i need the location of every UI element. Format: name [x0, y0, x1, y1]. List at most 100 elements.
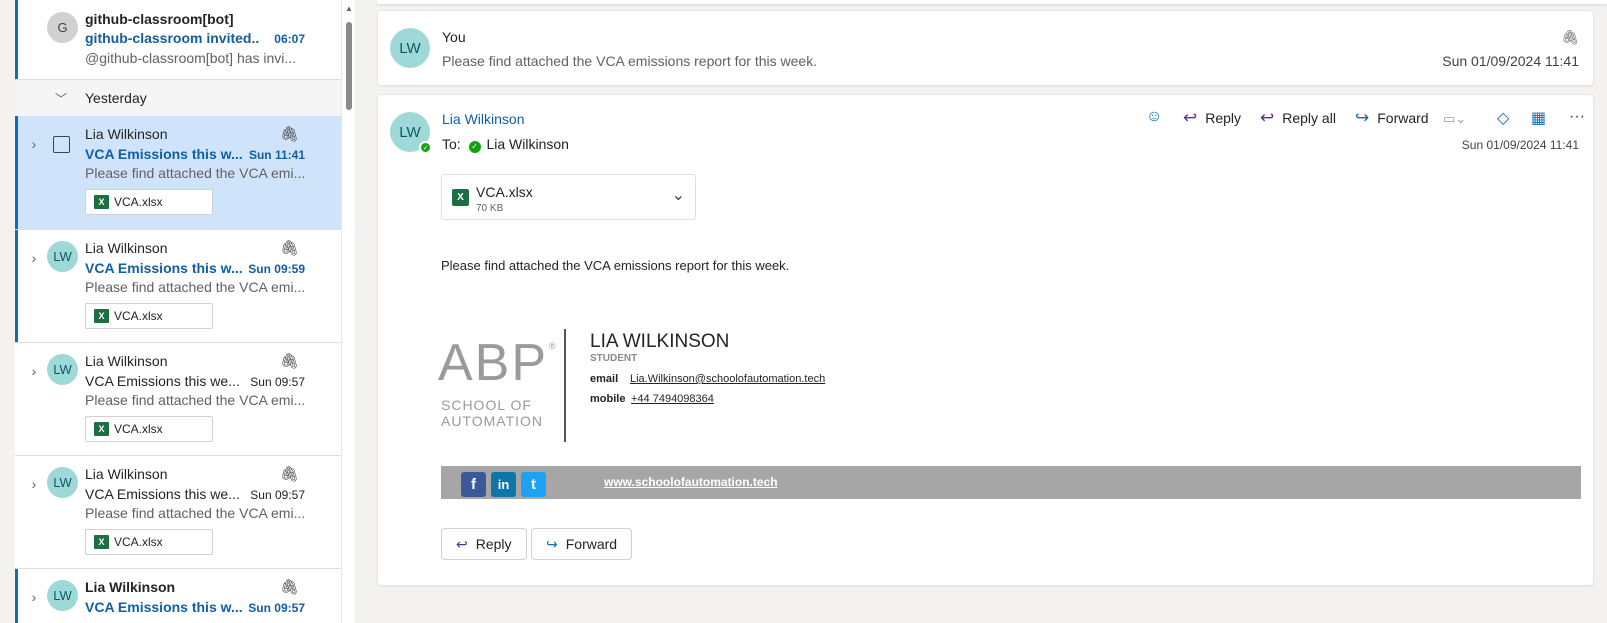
received-time: Sun 11:41	[248, 148, 305, 162]
received-time: Sun 09:59	[248, 262, 305, 276]
signature-role: STUDENT	[590, 353, 638, 364]
forward-button-label: Forward	[565, 536, 618, 552]
chevron-right-icon[interactable]: ›	[28, 250, 40, 266]
emoji-reaction-icon[interactable]: ☺	[1146, 108, 1162, 126]
previous-card-edge	[377, 0, 1607, 4]
reply-arrow-icon: ↩	[456, 535, 468, 552]
avatar: LW	[47, 354, 78, 385]
excel-icon: X	[94, 535, 109, 549]
avatar-initials: LW	[399, 123, 421, 141]
preview-text: Please find attached the VCA emi...	[85, 505, 306, 521]
signature-divider	[564, 329, 566, 442]
more-actions-dropdown-icon[interactable]: ▭⌄	[1443, 111, 1466, 127]
reply-all-action[interactable]: ↩ Reply all	[1260, 108, 1336, 128]
subject: VCA Emissions this we...	[85, 486, 240, 502]
attachment-name: VCA.xlsx	[114, 535, 163, 549]
attachment-chip[interactable]: X VCA.xlsx	[85, 189, 213, 215]
attachment-chip[interactable]: X VCA.xlsx	[85, 416, 213, 442]
reply-arrow-icon: ↩	[1183, 108, 1198, 127]
paperclip-icon: 🖇	[279, 126, 299, 143]
preview-text: @github-classroom[bot] has invi...	[85, 50, 297, 66]
list-item[interactable]: › LW Lia Wilkinson 🖇 VCA Emissions this …	[15, 456, 347, 569]
received-time: Sun 09:57	[250, 488, 305, 502]
select-checkbox[interactable]	[53, 136, 70, 153]
website-link[interactable]: www.schoolofautomation.tech	[604, 475, 778, 489]
list-item[interactable]: › LW Lia Wilkinson 🖇 VCA Emissions this …	[15, 343, 347, 456]
attachment-card[interactable]: X VCA.xlsx 70 KB ⌄	[441, 174, 696, 220]
excel-icon: X	[452, 189, 469, 206]
received-time: 06:07	[274, 32, 305, 46]
scrollbar-thumb[interactable]	[346, 22, 352, 110]
list-item[interactable]: › LW Lia Wilkinson 🖇 VCA Emissions this …	[15, 569, 347, 623]
paperclip-icon: 🖇	[279, 466, 299, 483]
sender-name: Lia Wilkinson	[85, 579, 176, 595]
chevron-right-icon[interactable]: ›	[28, 363, 40, 379]
recipient-name[interactable]: Lia Wilkinson	[486, 136, 568, 152]
list-item[interactable]: › LW Lia Wilkinson 🖇 VCA Emissions this …	[15, 230, 347, 343]
attachment-chip[interactable]: X VCA.xlsx	[85, 529, 213, 555]
excel-icon: X	[94, 195, 109, 209]
message-list: G github-classroom[bot] github-classroom…	[15, 0, 347, 623]
sender-name: You	[442, 29, 466, 45]
excel-icon: X	[94, 309, 109, 323]
loop-component-icon[interactable]: ◇	[1497, 108, 1509, 128]
message-body: Please find attached the VCA emissions r…	[441, 258, 790, 273]
abp-logo: ABP	[438, 334, 549, 392]
facebook-icon[interactable]: f	[461, 472, 486, 497]
avatar: LW ✓	[390, 112, 432, 154]
preview-text: Please find attached the VCA emi...	[85, 165, 306, 181]
message-list-scrollbar[interactable]: ▲	[341, 0, 355, 623]
subject: VCA Emissions this we...	[85, 373, 240, 389]
attachment-name: VCA.xlsx	[114, 309, 163, 323]
forward-arrow-icon: ↪	[1355, 108, 1370, 127]
chevron-right-icon[interactable]: ›	[28, 589, 40, 605]
excel-icon: X	[94, 422, 109, 436]
preview-text: Please find attached the VCA emi...	[85, 279, 306, 295]
sender-name-link[interactable]: Lia Wilkinson	[442, 111, 524, 127]
twitter-icon[interactable]: t	[521, 472, 546, 497]
subject: VCA Emissions this w...	[85, 599, 243, 615]
collapsed-message[interactable]: LW You Please find attached the VCA emis…	[377, 10, 1594, 86]
reply-button-label: Reply	[475, 536, 512, 552]
subject: github-classroom invited...	[85, 30, 260, 46]
group-header-yesterday[interactable]: ﹀ Yesterday	[15, 80, 347, 116]
linkedin-icon[interactable]: in	[491, 472, 516, 497]
attachment-name: VCA.xlsx	[114, 422, 163, 436]
chevron-down-icon[interactable]: ⌄	[672, 185, 685, 205]
chevron-right-icon[interactable]: ›	[28, 136, 40, 152]
list-item[interactable]: G github-classroom[bot] github-classroom…	[15, 0, 347, 80]
signature-banner: f in t www.schoolofautomation.tech	[441, 466, 1581, 499]
sender-name: Lia Wilkinson	[85, 353, 168, 369]
attachment-size: 70 KB	[476, 203, 504, 214]
signature-email-link[interactable]: Lia.Wilkinson@schoolofautomation.tech	[630, 373, 825, 385]
forward-action[interactable]: ↪ Forward	[1355, 108, 1429, 128]
sender-name: github-classroom[bot]	[85, 11, 234, 27]
received-time: Sun 09:57	[250, 375, 305, 389]
forward-action-label: Forward	[1377, 110, 1429, 126]
signature-mobile-link[interactable]: +44 7494098364	[631, 393, 714, 405]
sender-name: Lia Wilkinson	[85, 466, 168, 482]
avatar: LW	[47, 580, 78, 611]
avatar: LW	[390, 28, 430, 68]
received-time: Sun 09:57	[248, 601, 305, 615]
to-label: To:	[442, 136, 461, 152]
logo-subtitle-2: AUTOMATION	[441, 413, 544, 429]
apps-grid-icon[interactable]: ▦	[1531, 108, 1546, 128]
reply-button[interactable]: ↩ Reply	[441, 528, 527, 560]
signature-email-label: email	[590, 373, 619, 385]
sender-name: Lia Wilkinson	[85, 240, 168, 256]
attachment-name: VCA.xlsx	[476, 184, 533, 200]
more-options-icon[interactable]: ···	[1569, 108, 1585, 126]
chevron-right-icon[interactable]: ›	[28, 476, 40, 492]
scroll-up-arrow-icon[interactable]: ▲	[345, 4, 353, 13]
signature-mobile-label: mobile	[590, 393, 626, 405]
attachment-chip[interactable]: X VCA.xlsx	[85, 303, 213, 329]
reply-action[interactable]: ↩ Reply	[1183, 108, 1241, 128]
presence-available-icon: ✓	[419, 141, 432, 154]
forward-arrow-icon: ↪	[546, 535, 558, 552]
list-item[interactable]: › Lia Wilkinson 🖇 VCA Emissions this w..…	[15, 116, 347, 230]
paperclip-icon: 🖇	[279, 353, 299, 370]
sender-name: Lia Wilkinson	[85, 126, 168, 142]
forward-button[interactable]: ↪ Forward	[531, 528, 633, 560]
logo-subtitle-1: SCHOOL OF	[441, 397, 532, 413]
